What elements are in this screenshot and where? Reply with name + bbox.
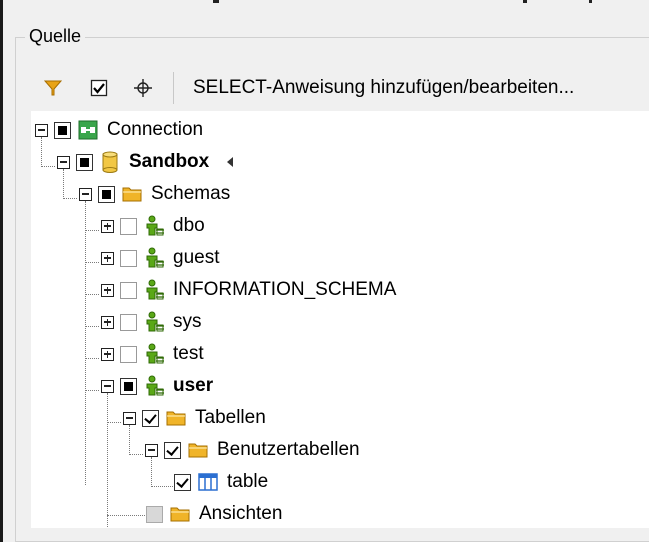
collapse-toggle[interactable]	[57, 155, 70, 169]
node-label: Benutzertabellen	[217, 439, 360, 460]
folder-icon	[165, 407, 187, 429]
expand-toggle[interactable]	[101, 219, 114, 233]
tree-connector	[107, 422, 121, 423]
tree-node-guest[interactable]: guest	[101, 242, 219, 274]
collapse-toggle[interactable]	[145, 443, 158, 457]
expand-toggle[interactable]	[101, 251, 114, 265]
tree-connector	[85, 201, 86, 485]
current-item-marker-icon	[227, 157, 234, 167]
node-checkbox[interactable]	[120, 249, 137, 267]
node-label: Sandbox	[129, 151, 210, 172]
table-icon	[197, 471, 219, 493]
source-panel: Quelle SELECT-Anweisung hinzufügen/bearb…	[3, 10, 649, 542]
tree-connector	[129, 454, 143, 455]
node-checkbox[interactable]	[120, 217, 137, 235]
node-label: guest	[173, 247, 220, 268]
tree-connector	[85, 294, 99, 295]
tree-connector	[85, 230, 99, 231]
tree-connector	[85, 390, 99, 391]
node-checkbox[interactable]	[120, 377, 137, 395]
expand-toggle[interactable]	[101, 347, 114, 361]
tree-connector	[41, 166, 55, 167]
node-checkbox[interactable]	[174, 473, 191, 491]
top-mark	[589, 0, 592, 3]
schema-user-icon	[143, 279, 165, 301]
tree-node-dbo[interactable]: dbo	[101, 210, 205, 242]
checkmark-icon[interactable]	[87, 76, 111, 100]
node-checkbox[interactable]	[120, 345, 137, 363]
schema-user-icon	[143, 311, 165, 333]
select-statement-button[interactable]: SELECT-Anweisung hinzufügen/bearbeiten..…	[193, 77, 574, 99]
toolbar-separator	[173, 72, 174, 104]
source-tree[interactable]: Connection Sandbox Schemas dbo guest INF…	[31, 111, 649, 528]
schema-user-icon	[143, 247, 165, 269]
schema-user-icon	[143, 343, 165, 365]
tree-node-schemas[interactable]: Schemas	[79, 178, 230, 210]
folder-icon	[187, 439, 209, 461]
tree-node-tabellen[interactable]: Tabellen	[123, 402, 266, 434]
window-top-strip	[3, 0, 649, 10]
tree-node-sys[interactable]: sys	[101, 306, 202, 338]
node-label: Ansichten	[199, 503, 283, 524]
tree-connector	[85, 262, 99, 263]
tree-connector	[85, 358, 99, 359]
schema-user-icon	[143, 215, 165, 237]
groupbox-border-top	[15, 37, 649, 38]
tree-node-test[interactable]: test	[101, 338, 204, 370]
expand-toggle[interactable]	[101, 283, 114, 297]
collapse-toggle[interactable]	[35, 123, 48, 137]
node-checkbox[interactable]	[120, 281, 137, 299]
node-label: Tabellen	[195, 407, 266, 428]
groupbox-title: Quelle	[25, 25, 86, 47]
node-label: Connection	[107, 119, 204, 140]
node-checkbox[interactable]	[146, 505, 163, 523]
collapse-toggle[interactable]	[123, 411, 136, 425]
node-label: INFORMATION_SCHEMA	[173, 279, 397, 300]
tree-node-user[interactable]: user	[101, 370, 213, 402]
folder-icon	[169, 503, 191, 525]
database-icon	[99, 151, 121, 173]
node-checkbox[interactable]	[54, 121, 71, 139]
crosshair-icon[interactable]	[131, 76, 155, 100]
tree-node-table[interactable]: table	[168, 466, 268, 498]
top-mark	[523, 0, 527, 3]
tree-node-connection[interactable]: Connection	[35, 114, 203, 146]
node-label: Schemas	[151, 183, 231, 204]
expand-toggle[interactable]	[101, 315, 114, 329]
collapse-toggle[interactable]	[101, 379, 114, 393]
node-label: test	[173, 343, 204, 364]
node-checkbox[interactable]	[164, 441, 181, 459]
schema-user-icon	[143, 375, 165, 397]
node-label: dbo	[173, 215, 205, 236]
tree-node-sandbox[interactable]: Sandbox	[57, 146, 234, 178]
toolbar: SELECT-Anweisung hinzufügen/bearbeiten..…	[33, 68, 649, 108]
tree-connector	[107, 393, 108, 528]
tree-connector	[63, 198, 77, 199]
collapse-toggle[interactable]	[79, 187, 92, 201]
node-checkbox[interactable]	[120, 313, 137, 331]
groupbox-border-left	[15, 37, 16, 542]
node-checkbox[interactable]	[98, 185, 115, 203]
filter-icon[interactable]	[41, 76, 65, 100]
node-label: sys	[173, 311, 202, 332]
folder-icon	[121, 183, 143, 205]
tree-node-information-schema[interactable]: INFORMATION_SCHEMA	[101, 274, 396, 306]
connection-icon	[77, 119, 99, 141]
node-label: table	[227, 471, 269, 492]
tree-node-ansichten[interactable]: Ansichten	[140, 498, 282, 528]
tree-connector	[85, 326, 99, 327]
node-checkbox[interactable]	[76, 153, 93, 171]
top-mark	[213, 0, 219, 3]
tree-node-benutzertabellen[interactable]: Benutzertabellen	[145, 434, 360, 466]
node-label: user	[173, 375, 214, 396]
node-checkbox[interactable]	[142, 409, 159, 427]
